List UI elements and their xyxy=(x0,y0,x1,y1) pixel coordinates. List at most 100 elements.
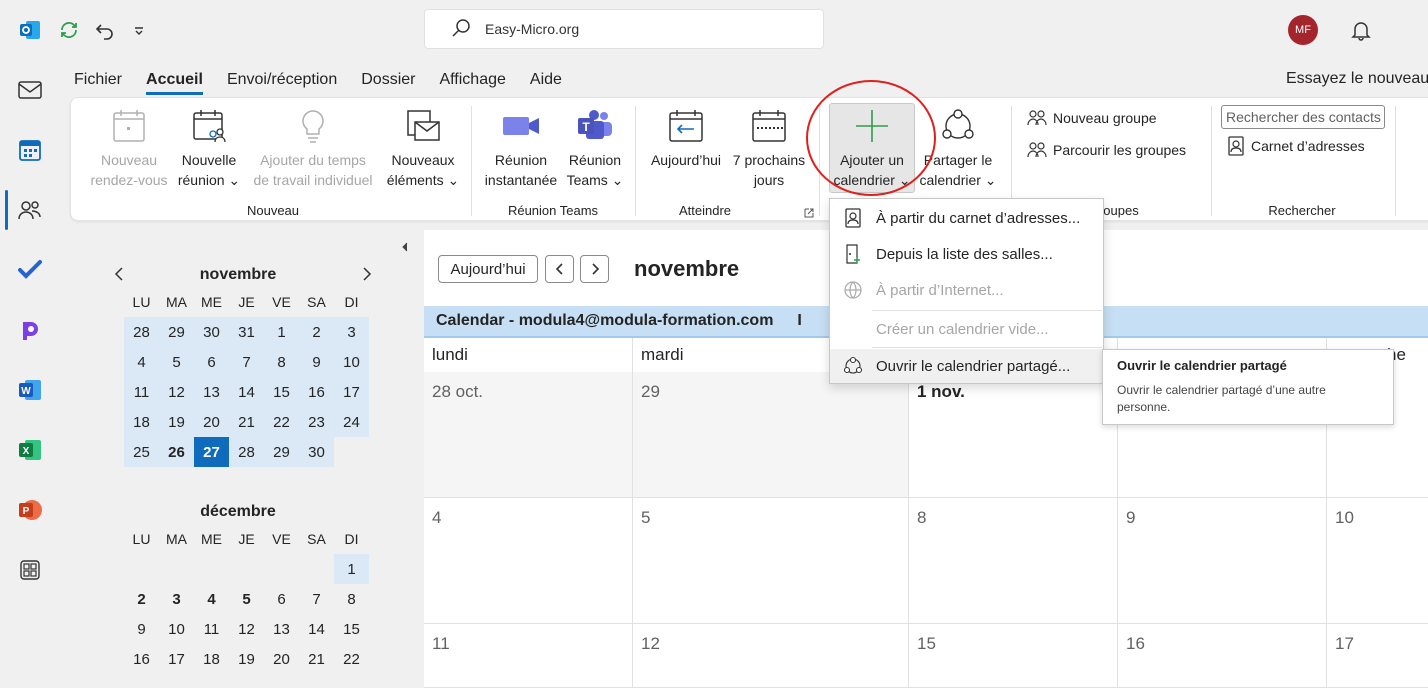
menu-fichier[interactable]: Fichier xyxy=(74,71,122,89)
people-icon[interactable] xyxy=(16,196,44,224)
day-cell[interactable]: 2 xyxy=(124,584,159,614)
day-cell[interactable]: 30 xyxy=(299,437,334,467)
menu-accueil[interactable]: Accueil xyxy=(146,71,203,95)
next-7-days-button[interactable]: 7 prochains jours xyxy=(727,108,811,190)
day-cell[interactable]: 18 xyxy=(194,644,229,674)
menu-item-from-room-list[interactable]: Depuis la liste des salles... xyxy=(830,237,1103,271)
browse-groups-button[interactable]: Parcourir les groupes xyxy=(1027,140,1186,160)
quick-access-dropdown-icon[interactable] xyxy=(132,16,146,44)
day-cell[interactable]: 23 xyxy=(299,407,334,437)
avatar[interactable]: MF xyxy=(1288,15,1318,45)
day-cell[interactable]: 8 xyxy=(264,347,299,377)
calendar-day-cell[interactable]: 1 nov. xyxy=(909,372,1118,498)
powerpoint-icon[interactable]: P xyxy=(16,496,44,524)
calendar-day-cell[interactable]: 5 xyxy=(633,498,909,624)
calendar-day-cell[interactable]: 8 xyxy=(909,498,1118,624)
new-items-button[interactable]: Nouveaux éléments ⌄ xyxy=(381,108,465,190)
add-focus-time-button[interactable]: Ajouter du temps de travail individuel xyxy=(243,108,383,190)
calendar-icon[interactable] xyxy=(16,136,44,164)
copilot-icon[interactable] xyxy=(16,316,44,344)
search-contacts-input[interactable]: Rechercher des contacts xyxy=(1221,105,1385,129)
today-button[interactable]: Aujourd’hui xyxy=(438,255,538,283)
dialog-launcher-icon[interactable] xyxy=(804,205,814,221)
day-cell[interactable]: 17 xyxy=(159,644,194,674)
day-cell[interactable]: 4 xyxy=(194,584,229,614)
day-cell[interactable]: 5 xyxy=(159,347,194,377)
calendar-day-cell[interactable]: 16 xyxy=(1118,624,1327,688)
day-cell[interactable]: 16 xyxy=(299,377,334,407)
day-cell[interactable]: 29 xyxy=(264,437,299,467)
today-ribbon-button[interactable]: Aujourd’hui xyxy=(645,108,727,170)
day-cell[interactable]: 28 xyxy=(229,437,264,467)
day-cell[interactable]: 31 xyxy=(229,317,264,347)
apps-icon[interactable] xyxy=(16,556,44,584)
day-cell[interactable]: 20 xyxy=(194,407,229,437)
day-cell[interactable]: 14 xyxy=(229,377,264,407)
teams-meeting-button[interactable]: T Réunion Teams ⌄ xyxy=(561,108,629,190)
day-cell[interactable]: 26 xyxy=(159,437,194,467)
day-cell[interactable]: 11 xyxy=(194,614,229,644)
mail-icon[interactable] xyxy=(16,76,44,104)
day-cell[interactable]: 1 xyxy=(264,317,299,347)
day-cell[interactable]: 24 xyxy=(334,407,369,437)
bell-icon[interactable] xyxy=(1350,16,1372,44)
day-cell[interactable]: 10 xyxy=(159,614,194,644)
menu-item-create-blank[interactable]: Créer un calendrier vide... xyxy=(830,312,1103,346)
day-cell[interactable]: 19 xyxy=(229,644,264,674)
day-cell[interactable]: 18 xyxy=(124,407,159,437)
day-cell[interactable]: 3 xyxy=(159,584,194,614)
day-cell[interactable]: 13 xyxy=(194,377,229,407)
search-box[interactable]: Easy-Micro.org xyxy=(424,9,824,49)
day-cell[interactable]: 22 xyxy=(334,644,369,674)
day-cell[interactable]: 15 xyxy=(264,377,299,407)
day-cell[interactable]: 13 xyxy=(264,614,299,644)
calendar-day-cell[interactable]: 15 xyxy=(909,624,1118,688)
day-cell[interactable]: 12 xyxy=(159,377,194,407)
day-cell[interactable]: 29 xyxy=(159,317,194,347)
next-button[interactable] xyxy=(580,255,609,283)
day-cell[interactable]: 21 xyxy=(299,644,334,674)
day-cell[interactable]: 12 xyxy=(229,614,264,644)
day-cell[interactable]: 15 xyxy=(334,614,369,644)
day-cell[interactable]: 7 xyxy=(299,584,334,614)
day-cell[interactable]: 14 xyxy=(299,614,334,644)
add-calendar-button[interactable]: Ajouter un calendrier ⌄ xyxy=(829,103,915,193)
menu-item-from-address-book[interactable]: À partir du carnet d’adresses... xyxy=(830,201,1103,235)
next-month-icon[interactable] xyxy=(361,266,373,285)
day-cell[interactable]: 22 xyxy=(264,407,299,437)
menu-affichage[interactable]: Affichage xyxy=(439,71,505,89)
day-cell[interactable]: 9 xyxy=(299,347,334,377)
day-cell[interactable]: 9 xyxy=(124,614,159,644)
calendar-day-cell[interactable]: 12 xyxy=(633,624,909,688)
excel-icon[interactable]: X xyxy=(16,436,44,464)
calendar-day-cell[interactable]: 9 xyxy=(1118,498,1327,624)
menu-dossier[interactable]: Dossier xyxy=(361,71,415,89)
day-cell[interactable]: 28 xyxy=(124,317,159,347)
sync-icon[interactable] xyxy=(58,16,80,44)
day-cell[interactable]: 8 xyxy=(334,584,369,614)
menu-item-from-internet[interactable]: À partir d’Internet... xyxy=(830,273,1103,307)
calendar-day-cell[interactable]: 17 xyxy=(1327,624,1428,688)
calendar-day-cell[interactable]: 10 xyxy=(1327,498,1428,624)
calendar-day-cell[interactable]: 4 xyxy=(424,498,633,624)
new-meeting-button[interactable]: Nouvelle réunion ⌄ xyxy=(171,108,247,190)
day-cell[interactable]: 5 xyxy=(229,584,264,614)
instant-meeting-button[interactable]: Réunion instantanée xyxy=(479,108,563,190)
day-cell[interactable]: 1 xyxy=(334,554,369,584)
day-cell[interactable]: 21 xyxy=(229,407,264,437)
day-cell-today[interactable]: 27 xyxy=(194,437,229,467)
day-cell[interactable]: 11 xyxy=(124,377,159,407)
day-cell[interactable]: 17 xyxy=(334,377,369,407)
day-cell[interactable]: 19 xyxy=(159,407,194,437)
todo-icon[interactable] xyxy=(16,256,44,284)
day-cell[interactable]: 7 xyxy=(229,347,264,377)
day-cell[interactable]: 2 xyxy=(299,317,334,347)
day-cell[interactable]: 6 xyxy=(264,584,299,614)
day-cell[interactable]: 10 xyxy=(334,347,369,377)
day-cell[interactable]: 25 xyxy=(124,437,159,467)
new-group-button[interactable]: Nouveau groupe xyxy=(1027,108,1157,128)
word-icon[interactable]: W xyxy=(16,376,44,404)
calendar-day-cell[interactable]: 11 xyxy=(424,624,633,688)
menu-item-open-shared[interactable]: Ouvrir le calendrier partagé... xyxy=(830,349,1103,383)
day-cell[interactable]: 20 xyxy=(264,644,299,674)
